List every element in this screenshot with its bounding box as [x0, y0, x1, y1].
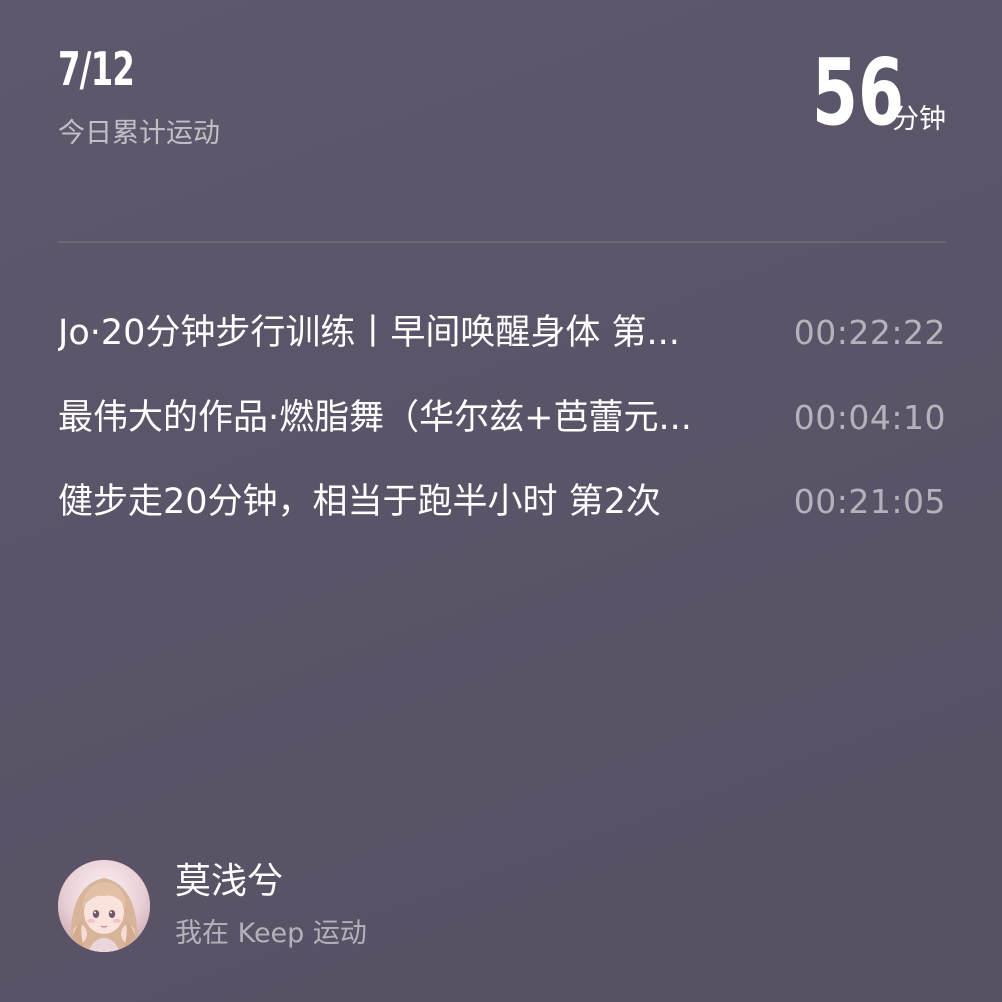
avatar-icon[interactable] — [58, 860, 150, 952]
total-duration: 56 分钟 — [776, 39, 946, 146]
activity-row[interactable]: Jo·20分钟步行训练丨早间唤醒身体 第... 00:22:22 — [58, 305, 946, 361]
total-duration-value: 56 — [811, 39, 904, 146]
avatar-illustration — [58, 860, 150, 952]
activity-title: 健步走20分钟，相当于跑半小时 第2次 — [58, 482, 661, 522]
user-name: 莫浅兮 — [175, 861, 284, 902]
date-label: 7/12 — [58, 42, 135, 96]
date-caption: 今日累计运动 — [58, 118, 220, 149]
user-subtitle: 我在 Keep 运动 — [175, 918, 367, 949]
activity-title: 最伟大的作品·燃脂舞（华尔兹+芭蕾元... — [58, 398, 692, 438]
activity-duration: 00:04:10 — [793, 398, 946, 437]
activity-duration: 00:21:05 — [793, 482, 946, 521]
activity-title: Jo·20分钟步行训练丨早间唤醒身体 第... — [58, 313, 680, 353]
keep-activity-card: 7/12 今日累计运动 56 分钟 Jo·20分钟步行训练丨早间唤醒身体 第..… — [0, 0, 1002, 1002]
header-divider — [58, 241, 946, 243]
activity-row[interactable]: 健步走20分钟，相当于跑半小时 第2次 00:21:05 — [58, 474, 946, 530]
activity-row[interactable]: 最伟大的作品·燃脂舞（华尔兹+芭蕾元... 00:04:10 — [58, 390, 946, 446]
activity-list: Jo·20分钟步行训练丨早间唤醒身体 第... 00:22:22 最伟大的作品·… — [58, 305, 946, 530]
activity-duration: 00:22:22 — [793, 313, 946, 352]
